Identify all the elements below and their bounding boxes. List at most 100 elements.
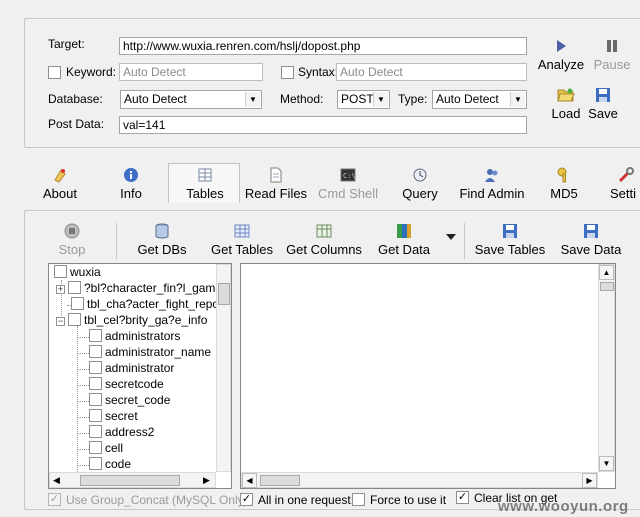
tree-checkbox[interactable]	[89, 345, 102, 358]
scroll-up-button[interactable]: ▲	[599, 265, 614, 280]
results-vertical-scrollbar[interactable]: ▲ ▼	[598, 264, 615, 472]
get-dbs-button[interactable]: Get DBs	[134, 223, 190, 257]
tree-node-column[interactable]: secretcode	[89, 377, 164, 393]
tree-checkbox[interactable]	[68, 313, 81, 326]
get-tables-button[interactable]: Get Tables	[206, 223, 278, 257]
tab-read-files[interactable]: Read Files	[244, 167, 308, 201]
save-tables-button[interactable]: Save Tables	[472, 223, 548, 257]
tree-node-column[interactable]: cell	[89, 441, 123, 457]
get-data-dropdown-icon[interactable]	[446, 234, 456, 240]
tab-md5-label: MD5	[550, 186, 578, 201]
tree-vertical-scrollbar[interactable]	[216, 264, 231, 472]
tree-checkbox[interactable]	[89, 457, 102, 470]
scroll-right-icon[interactable]: ▶	[203, 475, 210, 486]
tab-find-admin-label: Find Admin	[459, 186, 525, 201]
save-data-label: Save Data	[560, 242, 622, 257]
tree-checkbox[interactable]	[89, 393, 102, 406]
tree-node-column[interactable]: code	[89, 457, 131, 472]
type-select[interactable]: Auto Detect ▼	[432, 90, 527, 109]
scroll-thumb[interactable]	[218, 283, 230, 305]
target-label: Target:	[48, 37, 85, 51]
analyze-label: Analyze	[537, 57, 585, 72]
scroll-down-button[interactable]: ▼	[599, 456, 614, 471]
get-columns-button[interactable]: Get Columns	[284, 223, 364, 257]
syntax-input[interactable]: Auto Detect	[336, 63, 527, 81]
tab-about[interactable]: About	[36, 167, 84, 201]
play-icon	[557, 40, 566, 52]
tree-node-column[interactable]: address2	[89, 425, 154, 441]
tree-node-label: code	[105, 457, 132, 471]
tab-md5[interactable]: MD5	[544, 167, 584, 201]
floppy-disk-icon	[596, 88, 610, 102]
tree-node-column[interactable]: administrator_name	[89, 345, 211, 361]
pause-button[interactable]: Pause	[590, 38, 634, 72]
tab-info[interactable]: Info	[112, 167, 150, 201]
post-data-input[interactable]: val=141	[119, 116, 527, 134]
tab-tables[interactable]: Tables	[180, 167, 230, 201]
tree-node-column[interactable]: secret	[89, 409, 138, 425]
scroll-thumb[interactable]	[260, 475, 300, 486]
columns-icon	[316, 224, 332, 238]
keyword-checkbox[interactable]	[48, 66, 61, 79]
tab-settings[interactable]: Setti	[610, 167, 640, 201]
results-horizontal-scrollbar[interactable]: ◀ ▶	[241, 472, 598, 488]
tab-cmd-shell[interactable]: C:\ Cmd Shell	[316, 167, 380, 201]
tree-checkbox[interactable]	[68, 281, 81, 294]
syntax-checkbox[interactable]	[281, 66, 294, 79]
tree-checkbox[interactable]	[54, 265, 67, 278]
force-checkbox[interactable]	[352, 493, 365, 506]
tree-node-label: administrators	[105, 329, 181, 343]
tree-checkbox[interactable]	[89, 425, 102, 438]
tree-node-label: secretcode	[105, 377, 164, 391]
tree-horizontal-scrollbar[interactable]: ◀ ▶	[49, 472, 216, 488]
scroll-right-button[interactable]: ▶	[582, 473, 597, 488]
post-data-label: Post Data:	[48, 117, 105, 131]
save-button[interactable]: Save	[585, 87, 621, 121]
scroll-left-icon[interactable]: ◀	[53, 475, 60, 486]
method-select[interactable]: POST ▼	[337, 90, 390, 109]
tree-node-column[interactable]: administrator	[89, 361, 174, 377]
load-button[interactable]: Load	[547, 87, 585, 121]
floppy-disk-icon	[503, 224, 517, 238]
all-in-one-checkbox[interactable]	[240, 493, 253, 506]
tree-node-label: cell	[105, 441, 124, 455]
tree-checkbox[interactable]	[89, 409, 102, 422]
scroll-thumb[interactable]	[80, 475, 180, 486]
scroll-left-button[interactable]: ◀	[242, 473, 257, 488]
database-select[interactable]: Auto Detect ▼	[120, 90, 262, 109]
chevron-down-icon: ▼	[510, 92, 525, 107]
tab-find-admin[interactable]: Find Admin	[456, 167, 528, 201]
collapse-minus-icon[interactable]: −	[56, 317, 65, 326]
get-data-button[interactable]: Get Data	[374, 223, 434, 257]
data-grid-icon	[397, 224, 411, 238]
group-concat-checkbox[interactable]	[48, 493, 61, 506]
stop-button[interactable]: Stop	[52, 223, 92, 257]
tree-checkbox[interactable]	[89, 361, 102, 374]
tree-node-table[interactable]: tbl_cha?acter_fight_repo?l	[71, 297, 217, 313]
expand-plus-icon[interactable]: +	[56, 285, 65, 294]
toolbar-divider	[464, 223, 465, 259]
tree-node-database[interactable]: wuxia	[54, 265, 101, 281]
tree-node-label: administrator_name	[105, 345, 212, 359]
tree-node-table[interactable]: + ?bl?character_fin?l_game?	[56, 281, 217, 297]
tree-checkbox[interactable]	[89, 377, 102, 390]
clear-list-checkbox[interactable]	[456, 491, 469, 504]
floppy-disk-icon	[584, 224, 598, 238]
tree-node-table[interactable]: − tbl_cel?brity_ga?e_info	[56, 313, 207, 329]
target-url-input[interactable]: http://www.wuxia.renren.com/hslj/dopost.…	[119, 37, 527, 55]
tree-checkbox[interactable]	[71, 297, 84, 310]
keyword-input[interactable]: Auto Detect	[119, 63, 263, 81]
schema-tree[interactable]: wuxia + ?bl?character_fin?l_game? tbl_cha…	[48, 263, 232, 489]
tree-checkbox[interactable]	[89, 329, 102, 342]
results-area[interactable]: ▲ ▼ ◀ ▶	[240, 263, 616, 489]
save-data-button[interactable]: Save Data	[558, 223, 624, 257]
tree-checkbox[interactable]	[89, 441, 102, 454]
scroll-thumb[interactable]	[600, 282, 614, 291]
analyze-button[interactable]: Analyze	[537, 38, 585, 72]
tree-node-column[interactable]: administrators	[89, 329, 180, 345]
tab-query[interactable]: Query	[398, 167, 442, 201]
tab-cmd-shell-label: Cmd Shell	[318, 186, 378, 201]
get-dbs-label: Get DBs	[137, 242, 187, 257]
tree-node-column[interactable]: secret_code	[89, 393, 170, 409]
tree-node-label: administrator	[105, 361, 175, 375]
